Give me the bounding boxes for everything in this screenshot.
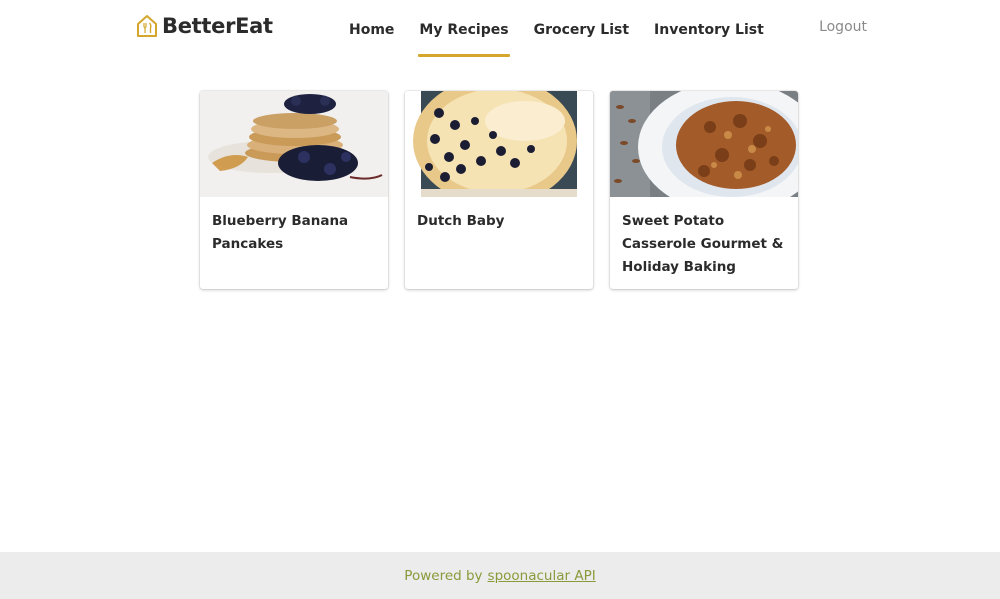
spoonacular-api-link[interactable]: spoonacular API — [488, 568, 596, 584]
recipe-card-list: Blueberry Banana Pancakes Dutch Baby Swe… — [200, 91, 798, 289]
nav-home[interactable]: Home — [348, 0, 395, 60]
recipe-title: Blueberry Banana Pancakes — [212, 213, 349, 252]
footer-text: Powered by — [404, 567, 483, 584]
recipe-card[interactable]: Sweet Potato Casserole Gourmet & Holiday… — [610, 91, 798, 289]
recipe-image-dutch-baby — [405, 91, 593, 197]
recipe-title: Sweet Potato Casserole Gourmet & Holiday… — [622, 213, 784, 275]
recipe-title: Dutch Baby — [417, 213, 505, 229]
nav-inventory-list[interactable]: Inventory List — [653, 0, 765, 60]
header: BetterEat Home My Recipes Grocery List I… — [0, 0, 1000, 60]
recipe-image-sweet-potato — [610, 91, 798, 197]
nav-my-recipes[interactable]: My Recipes — [418, 0, 510, 60]
brand-name: BetterEat — [162, 14, 273, 38]
nav-grocery-list[interactable]: Grocery List — [533, 0, 630, 60]
main-nav: Home My Recipes Grocery List Inventory L… — [348, 0, 765, 60]
footer: Powered by spoonacular API — [0, 552, 1000, 599]
recipe-card[interactable]: Dutch Baby — [405, 91, 593, 289]
house-fork-icon — [137, 15, 157, 37]
recipe-card[interactable]: Blueberry Banana Pancakes — [200, 91, 388, 289]
recipe-image-pancakes — [200, 91, 388, 197]
logout-link[interactable]: Logout — [819, 19, 867, 35]
brand-logo[interactable]: BetterEat — [136, 14, 273, 38]
